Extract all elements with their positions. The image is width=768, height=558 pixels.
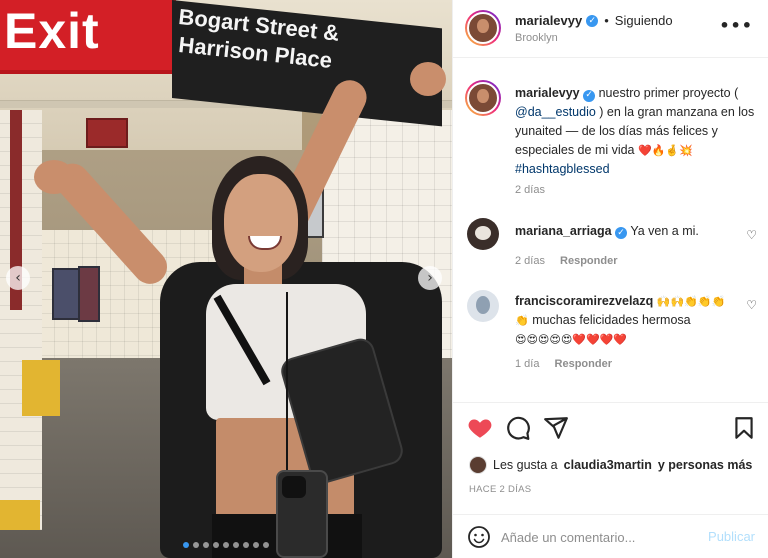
yellow-post (22, 360, 60, 416)
phone-camera (282, 476, 306, 498)
separator-dot: • (604, 13, 609, 28)
caption-hashtag[interactable]: #hashtagblessed (515, 162, 610, 176)
post-side-panel: marialevyy ✓ • Siguiendo Brooklyn ••• ma… (452, 0, 768, 558)
yellow-post (0, 500, 40, 530)
carousel-dot[interactable] (253, 542, 259, 548)
post-timestamp: HACE 2 DÍAS (469, 484, 532, 495)
carousel-dot[interactable] (213, 542, 219, 548)
chevron-left-icon: ‹ (15, 270, 21, 286)
person-hand-right (410, 62, 446, 96)
comment-icon[interactable] (505, 415, 531, 441)
reply-button[interactable]: Responder (560, 255, 617, 267)
caption-emojis: ❤️🔥🤞💥 (638, 144, 693, 157)
caption-mention[interactable]: @da__estudio (515, 105, 596, 119)
carousel-dot[interactable] (243, 542, 249, 548)
chevron-right-icon: › (427, 270, 433, 286)
comment-text: Ya ven a mi. (630, 224, 699, 238)
exit-sign: Exit (0, 0, 176, 74)
carousel-dot[interactable] (223, 542, 229, 548)
post-photo[interactable]: Exit Bogart Street & Harrison Place ‹ › (0, 0, 452, 558)
comment-text: muchas felicidades hermosa (532, 313, 691, 327)
likes-summary: Les gusta a claudia3martin y personas má… (469, 456, 752, 474)
comment-time: 2 días (515, 255, 545, 267)
carousel-prev-button[interactable]: ‹ (6, 266, 30, 290)
avatar[interactable] (465, 80, 501, 116)
avatar[interactable] (465, 10, 501, 46)
likes-prefix: Les gusta a (493, 458, 558, 472)
header-user-row: marialevyy ✓ • Siguiendo (515, 13, 673, 28)
carousel-dot[interactable] (263, 542, 269, 548)
post-header: marialevyy ✓ • Siguiendo Brooklyn ••• (453, 0, 768, 58)
carousel-dot[interactable] (193, 542, 199, 548)
extinguisher-sign (86, 118, 128, 148)
more-options-icon[interactable]: ••• (719, 16, 753, 35)
avatar[interactable] (467, 218, 499, 250)
phone-lanyard (286, 292, 288, 472)
share-icon[interactable] (543, 415, 569, 441)
comment-input[interactable] (501, 527, 701, 547)
avatar[interactable] (467, 290, 499, 322)
carousel-dots (0, 542, 452, 548)
carousel-dot[interactable] (203, 542, 209, 548)
comment-like-icon[interactable]: ♡ (746, 228, 757, 242)
bookmark-icon[interactable] (731, 415, 757, 441)
comment-like-icon[interactable]: ♡ (746, 298, 757, 312)
verified-badge-icon: ✓ (583, 89, 596, 102)
action-bar (453, 402, 768, 452)
verified-badge-icon: ✓ (586, 14, 599, 27)
carousel-dot[interactable] (183, 542, 189, 548)
publish-button[interactable]: Publicar (708, 529, 755, 544)
following-button[interactable]: Siguiendo (615, 13, 673, 28)
comment: mariana_arriaga ✓ Ya ven a mi. (515, 222, 735, 240)
wall-poster (78, 266, 100, 322)
person-hand-left (34, 160, 74, 194)
caption-text-before: nuestro primer proyecto ( (598, 86, 739, 100)
carousel-dot[interactable] (233, 542, 239, 548)
comment: franciscoramirezvelazq 🙌🙌👏👏👏👏 muchas fel… (515, 292, 735, 349)
comment-composer: Publicar (453, 514, 768, 558)
likes-user[interactable]: claudia3martin (564, 458, 652, 472)
caption-time: 2 días (515, 184, 545, 196)
exit-sign-text: Exit (4, 3, 100, 59)
heart-icon[interactable] (467, 415, 493, 441)
comment-username[interactable]: mariana_arriaga (515, 224, 612, 238)
likes-suffix[interactable]: y personas más (658, 458, 753, 472)
comment-emojis-after: 😍😍😍😍😍❤️❤️❤️❤️ (515, 333, 628, 346)
person-face (224, 174, 298, 272)
reply-button[interactable]: Responder (555, 358, 612, 370)
comment-meta: 2 días Responder (515, 255, 618, 267)
comments-list[interactable]: marialevyy ✓ nuestro primer proyecto ( @… (453, 58, 768, 398)
verified-badge-icon: ✓ (615, 227, 628, 239)
comment-username[interactable]: franciscoramirezvelazq (515, 294, 653, 308)
location-link[interactable]: Brooklyn (515, 32, 558, 44)
header-username[interactable]: marialevyy (515, 13, 582, 28)
caption: marialevyy ✓ nuestro primer proyecto ( @… (515, 84, 759, 179)
emoji-icon[interactable] (467, 525, 491, 549)
comment-time: 1 día (515, 358, 540, 370)
comment-meta: 1 día Responder (515, 358, 612, 370)
carousel-next-button[interactable]: › (418, 266, 442, 290)
avatar[interactable] (469, 456, 487, 474)
caption-username[interactable]: marialevyy (515, 86, 580, 100)
